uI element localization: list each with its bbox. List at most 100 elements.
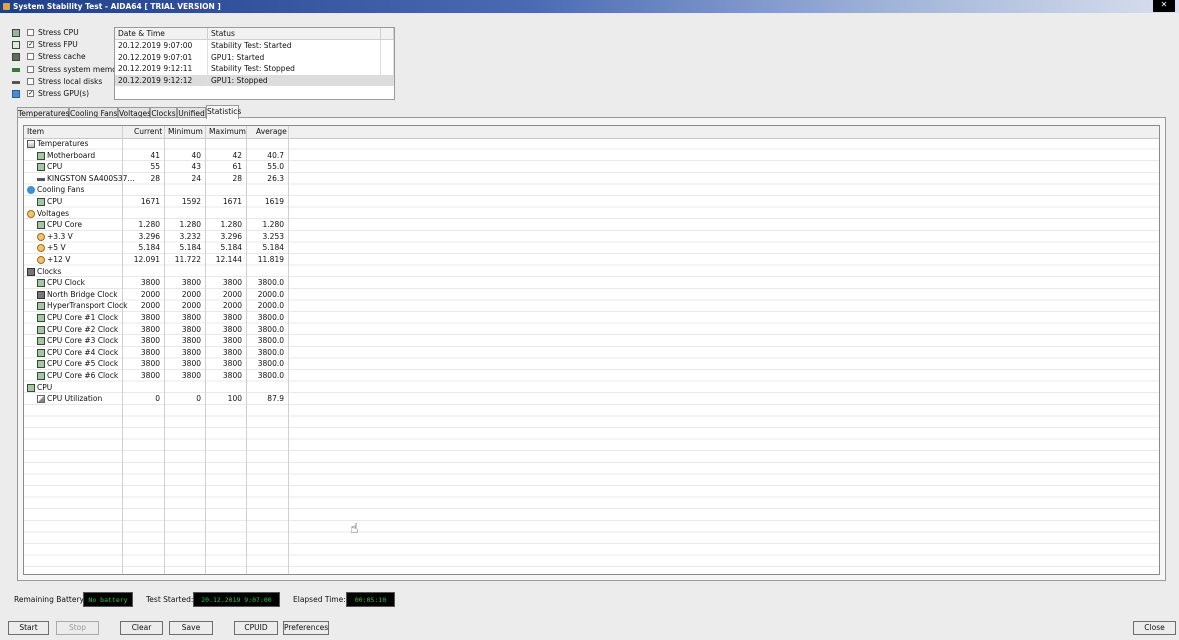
- stress-option-label: Stress system memory: [38, 64, 125, 74]
- stress-option-label: Stress GPU(s): [38, 88, 90, 98]
- stats-maximum: 3800: [222, 359, 242, 369]
- stress-checkbox[interactable]: [27, 65, 34, 73]
- cpu-icon: [37, 198, 45, 206]
- battery-value: No battery: [83, 592, 133, 607]
- stats-average: 2000.0: [257, 301, 284, 311]
- stress-option-row[interactable]: ✓ Stress FPU: [12, 39, 117, 51]
- stats-maximum: 2000: [222, 289, 242, 299]
- stats-item-row[interactable]: CPU Core 1.280 1.280 1.280 1.280: [24, 219, 288, 231]
- stats-average: 3800.0: [257, 336, 284, 346]
- stress-option-label: Stress FPU: [38, 40, 78, 50]
- col-item[interactable]: Item: [27, 126, 44, 138]
- stats-group-row[interactable]: Temperatures: [24, 138, 288, 150]
- log-row[interactable]: 20.12.2019 9:07:01 GPU1: Started: [115, 51, 394, 64]
- stress-checkbox[interactable]: [27, 29, 34, 36]
- stats-item-row[interactable]: CPU Core #4 Clock 3800 3800 3800 3800.0: [24, 347, 288, 359]
- stats-item-row[interactable]: CPU Core #6 Clock 3800 3800 3800 3800.0: [24, 370, 288, 382]
- stress-option-row[interactable]: Stress cache: [12, 51, 117, 63]
- stress-checkbox[interactable]: ✓: [27, 41, 34, 49]
- fan-icon: [27, 186, 35, 195]
- stats-item-row[interactable]: CPU Core #3 Clock 3800 3800 3800 3800.0: [24, 335, 288, 347]
- stress-checkbox[interactable]: [27, 77, 34, 85]
- stats-item-label: Cooling Fans: [37, 185, 85, 195]
- stats-item-row[interactable]: +12 V 12.091 11.722 12.144 11.819: [24, 254, 288, 266]
- stats-item-row[interactable]: CPU 1671 1592 1671 1619: [24, 196, 288, 208]
- stats-item-row[interactable]: KINGSTON SA400S37... 28 24 28 26.3: [24, 173, 288, 185]
- statistics-table[interactable]: Item Current Minimum Maximum Average Tem…: [23, 125, 1160, 575]
- stats-item-row[interactable]: CPU Core #5 Clock 3800 3800 3800 3800.0: [24, 358, 288, 370]
- stats-item-row[interactable]: North Bridge Clock 2000 2000 2000 2000.0: [24, 289, 288, 301]
- stress-option-row[interactable]: ✓ Stress GPU(s): [12, 88, 117, 100]
- stress-option-row[interactable]: Stress system memory: [12, 64, 124, 76]
- stats-item-row[interactable]: CPU Clock 3800 3800 3800 3800.0: [24, 277, 288, 289]
- stats-current: 3800: [140, 324, 160, 334]
- col-minimum[interactable]: Minimum: [168, 126, 203, 138]
- cpu-chip-icon: [12, 29, 20, 37]
- stats-item-label: CPU: [47, 162, 63, 172]
- stats-item-row[interactable]: CPU Utilization 0 0 100 87.9: [24, 393, 288, 405]
- voltage-icon: [37, 256, 45, 264]
- stats-item-row[interactable]: +3.3 V 3.296 3.232 3.296 3.253: [24, 231, 288, 243]
- test-started-value: 20.12.2019 9:07:00: [193, 592, 280, 607]
- stats-maximum: 3800: [222, 278, 242, 288]
- stress-checkbox[interactable]: [27, 53, 34, 61]
- stats-group-row[interactable]: Clocks: [24, 266, 288, 278]
- close-window-icon[interactable]: ✕: [1153, 0, 1175, 10]
- stats-item-row[interactable]: CPU Core #1 Clock 3800 3800 3800 3800.0: [24, 312, 288, 324]
- col-average[interactable]: Average: [256, 126, 287, 138]
- close-button[interactable]: Close: [1133, 621, 1176, 635]
- stress-option-row[interactable]: Stress CPU: [12, 27, 117, 39]
- log-status: Stability Test: Stopped: [207, 63, 381, 75]
- col-current[interactable]: Current: [134, 126, 162, 138]
- log-row[interactable]: 20.12.2019 9:12:12 GPU1: Stopped: [115, 74, 394, 87]
- stats-item-row[interactable]: CPU Core #2 Clock 3800 3800 3800 3800.0: [24, 324, 288, 336]
- stats-item-label: CPU Core #2 Clock: [47, 324, 119, 334]
- col-maximum[interactable]: Maximum: [209, 126, 246, 138]
- save-button[interactable]: Save: [169, 621, 213, 635]
- stats-current: 2000: [140, 289, 160, 299]
- stats-maximum: 12.144: [215, 255, 242, 264]
- log-row[interactable]: 20.12.2019 9:12:11 Stability Test: Stoppe…: [115, 63, 394, 75]
- stats-item-label: CPU Core #4 Clock: [47, 347, 119, 357]
- title-bar: System Stability Test - AIDA64 [ TRIAL V…: [0, 0, 1179, 13]
- stats-maximum: 3800: [222, 371, 242, 380]
- cpu-icon: [37, 348, 45, 357]
- stats-item-row[interactable]: +5 V 5.184 5.184 5.184 5.184: [24, 242, 288, 254]
- log-datetime: 20.12.2019 9:07:00: [115, 39, 208, 52]
- stats-average: 11.819: [257, 255, 284, 264]
- stats-maximum: 3800: [222, 313, 242, 322]
- stats-item-row[interactable]: CPU 55 43 61 55.0: [24, 161, 288, 173]
- stats-item-label: CPU Utilization: [47, 394, 103, 404]
- stats-average: 3800.0: [257, 278, 284, 288]
- stats-group-row[interactable]: Voltages: [24, 208, 288, 220]
- stats-item-label: Voltages: [37, 208, 70, 218]
- stress-option-row[interactable]: Stress local disks: [12, 76, 117, 88]
- tab-statistics[interactable]: Statistics: [206, 105, 241, 119]
- stats-maximum: 2000: [222, 301, 242, 311]
- stats-average: 40.7: [267, 150, 284, 160]
- log-header-status[interactable]: Status: [207, 28, 381, 40]
- stats-item-row[interactable]: Motherboard 41 40 42 40.7: [24, 150, 288, 162]
- clear-button[interactable]: Clear: [120, 621, 163, 635]
- start-button[interactable]: Start: [8, 621, 49, 635]
- stats-average: 3800.0: [257, 371, 284, 380]
- cpuid-button[interactable]: CPUID: [234, 621, 278, 635]
- log-row[interactable]: 20.12.2019 9:07:00 Stability Test: Starte…: [115, 39, 394, 52]
- stats-item-label: North Bridge Clock: [47, 289, 118, 299]
- stats-minimum: 1592: [181, 197, 201, 206]
- stress-checkbox[interactable]: ✓: [27, 89, 34, 97]
- stats-average: 3800.0: [257, 359, 284, 369]
- log-status: GPU1: Stopped: [207, 74, 381, 87]
- stats-item-row[interactable]: HyperTransport Clock 2000 2000 2000 2000.0: [24, 300, 288, 312]
- stats-item-label: HyperTransport Clock: [47, 301, 128, 311]
- stats-item-label: CPU Core #6 Clock: [47, 371, 119, 380]
- stats-maximum: 28: [232, 173, 242, 183]
- stats-group-row[interactable]: Cooling Fans: [24, 184, 288, 196]
- stats-group-row[interactable]: CPU: [24, 382, 288, 394]
- minimize-bar[interactable]: [1153, 10, 1175, 12]
- stats-item-label: Clocks: [37, 266, 62, 276]
- preferences-button[interactable]: Preferences: [283, 621, 329, 635]
- stop-button[interactable]: Stop: [56, 621, 99, 635]
- stats-average: 5.184: [262, 243, 284, 253]
- log-header-datetime[interactable]: Date & Time: [115, 28, 208, 40]
